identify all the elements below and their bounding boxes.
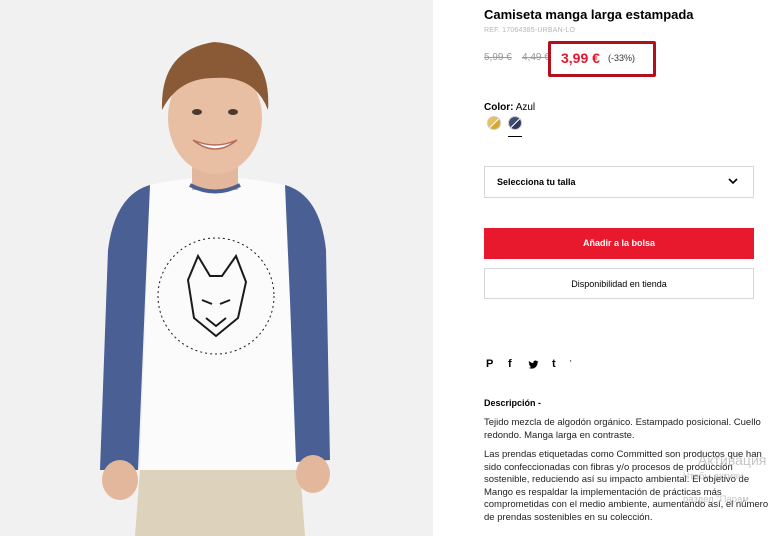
color-swatch-mustard[interactable] xyxy=(487,116,501,130)
tumblr-icon[interactable]: t xyxy=(552,357,556,371)
chevron-down-icon xyxy=(728,178,738,185)
store-availability-button[interactable]: Disponibilidad en tienda xyxy=(484,268,754,299)
more-icon[interactable]: ' xyxy=(570,357,572,371)
pinterest-icon[interactable]: P xyxy=(486,357,493,371)
add-to-bag-label: Añadir a la bolsa xyxy=(582,238,656,248)
size-select-label: Selecciona tu talla xyxy=(497,177,576,187)
sale-price: 3,99 € xyxy=(561,50,600,66)
product-title: Camiseta manga larga estampada xyxy=(484,7,694,22)
price-highlight-box: 3,99 € (-33%) xyxy=(548,41,656,77)
add-to-bag-button[interactable]: Añadir a la bolsa xyxy=(484,228,754,259)
product-photo[interactable] xyxy=(0,0,433,536)
description-paragraph-1: Tejido mezcla de algodón orgánico. Estam… xyxy=(484,417,761,441)
selected-swatch-indicator xyxy=(508,136,522,137)
original-price: 5,99 € xyxy=(484,52,512,63)
activation-watermark-title: Активация xyxy=(698,452,767,468)
color-label: Color: xyxy=(484,102,514,113)
facebook-icon[interactable]: f xyxy=(508,357,512,371)
twitter-icon[interactable] xyxy=(528,358,539,372)
size-select[interactable]: Selecciona tu talla xyxy=(484,166,754,198)
store-availability-label: Disponibilidad en tienda xyxy=(571,279,667,289)
activation-watermark-line-2: раздел "Парам xyxy=(683,494,749,505)
previous-price: 4,49 € xyxy=(522,52,550,63)
color-label-row: Color: Azul xyxy=(484,102,535,113)
product-ref: REF. 17064385-URBAN-LO xyxy=(484,27,576,34)
description-toggle[interactable]: Descripción - xyxy=(484,398,541,408)
color-value: Azul xyxy=(515,102,536,113)
activation-watermark-line-1: Чтобы активи xyxy=(683,471,744,482)
color-swatch-blue[interactable] xyxy=(508,116,522,130)
discount-badge: (-33%) xyxy=(608,53,636,63)
